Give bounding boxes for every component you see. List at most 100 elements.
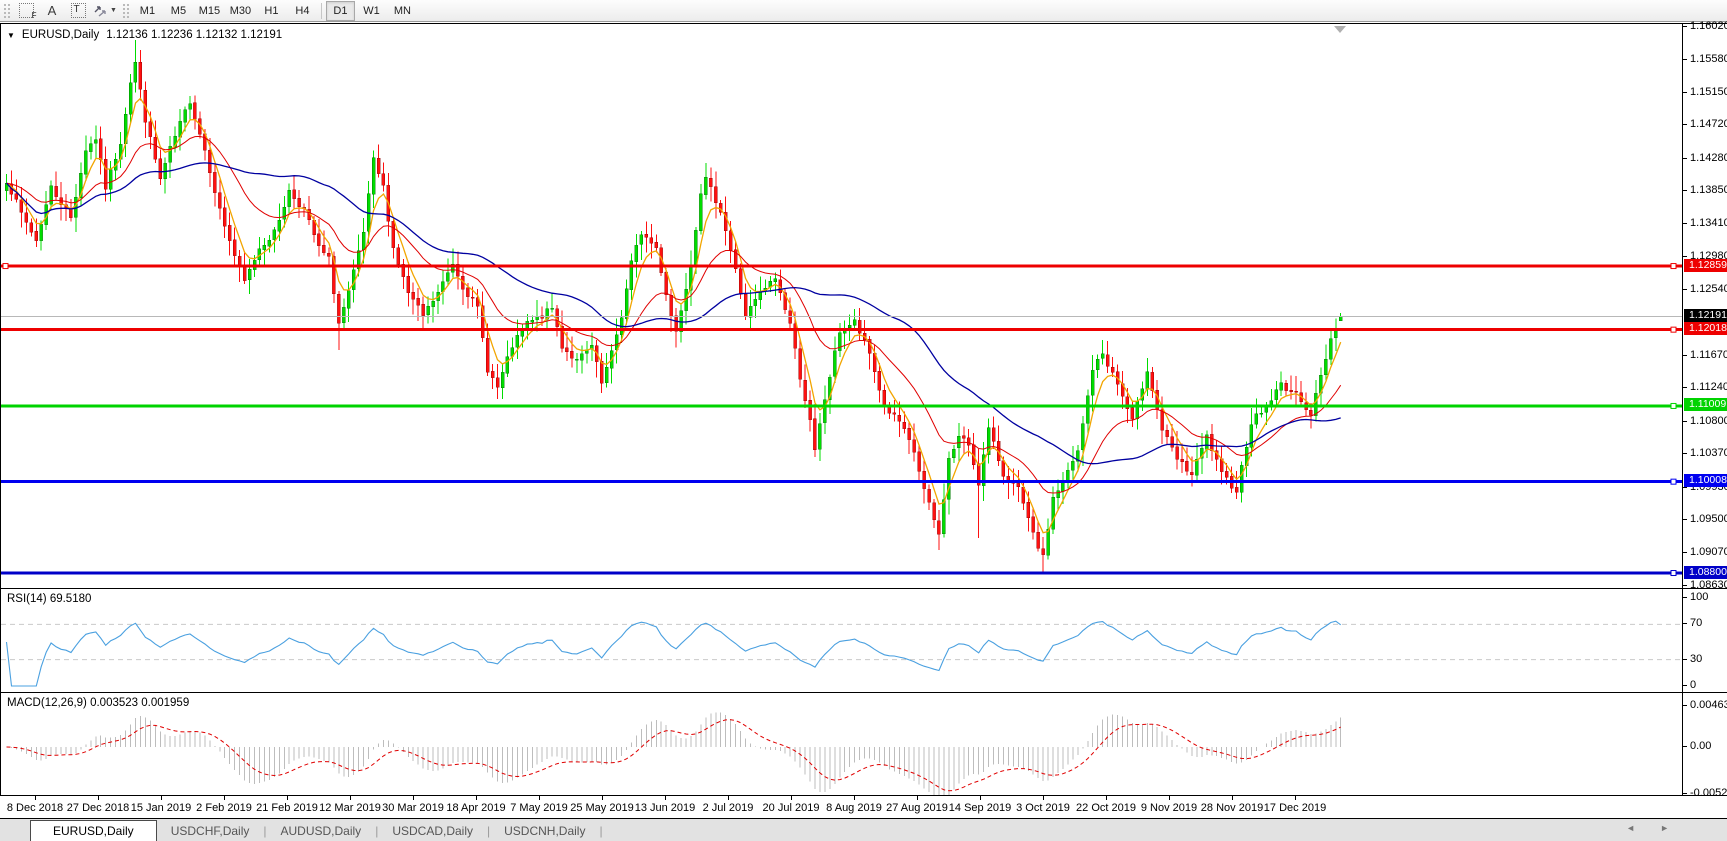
price-chart-pane[interactable]: ▼ EURUSD,Daily 1.12136 1.12236 1.12132 1… <box>0 23 1727 588</box>
rsi-axis-tick <box>1683 685 1687 686</box>
price-axis-tick-label: 1.10370 <box>1690 447 1727 459</box>
date-axis-label: 18 Apr 2019 <box>446 802 505 814</box>
price-axis-tick-label: 1.11670 <box>1690 349 1727 361</box>
toolbar-grip[interactable] <box>122 3 129 19</box>
date-axis-tick <box>791 796 792 800</box>
macd-pane[interactable]: MACD(12,26,9) 0.003523 0.001959 0.004630… <box>0 692 1727 795</box>
price-axis-tick <box>1683 487 1687 488</box>
date-axis-label: 3 Oct 2019 <box>1016 802 1070 814</box>
rsi-title: RSI(14) 69.5180 <box>7 593 91 605</box>
timeframe-button-h1[interactable]: H1 <box>257 1 286 21</box>
price-axis-tick <box>1683 26 1687 27</box>
date-axis-label: 15 Jan 2019 <box>131 802 192 814</box>
price-axis-tick-label: 1.13410 <box>1690 217 1727 229</box>
date-axis-tick <box>98 796 99 800</box>
macd-axis-tick <box>1683 746 1687 747</box>
toolbar-separator <box>321 3 322 19</box>
dashed-box-f-icon[interactable]: F <box>14 1 38 21</box>
price-axis-tick <box>1683 453 1687 454</box>
date-axis-tick <box>854 796 855 800</box>
macd-axis-tick-label: 0.00463 <box>1690 699 1727 711</box>
date-axis-label: 25 May 2019 <box>570 802 634 814</box>
date-axis-label: 17 Dec 2019 <box>1264 802 1326 814</box>
date-axis-tick <box>224 796 225 800</box>
tab-separator: | <box>599 821 602 841</box>
date-axis-label: 2 Feb 2019 <box>196 802 252 814</box>
price-axis-tick <box>1683 387 1687 388</box>
chart-tab-usdcnh[interactable]: USDCNH,Daily <box>490 821 599 841</box>
level-price-label: 1.12859 <box>1684 259 1727 272</box>
price-axis-tick <box>1683 256 1687 257</box>
timeframe-button-m15[interactable]: M15 <box>195 1 224 21</box>
text-label-icon[interactable]: A <box>40 1 64 21</box>
timeframe-button-m5[interactable]: M5 <box>164 1 193 21</box>
date-axis-tick <box>602 796 603 800</box>
dashed-box-f-icon: F <box>19 3 34 18</box>
price-axis-tick <box>1683 92 1687 93</box>
chart-tab-eurusd[interactable]: EURUSD,Daily <box>30 820 157 841</box>
level-price-label: 1.08800 <box>1684 566 1727 579</box>
macd-axis-tick <box>1683 705 1687 706</box>
macd-axis[interactable]: 0.004630.00-0.005299 <box>1682 693 1727 795</box>
rsi-pane[interactable]: RSI(14) 69.5180 10070300 <box>0 588 1727 692</box>
price-axis-tick-label: 1.14720 <box>1690 118 1727 130</box>
date-axis-tick <box>1232 796 1233 800</box>
rsi-axis-tick-label: 0 <box>1690 679 1696 691</box>
date-axis-tick <box>728 796 729 800</box>
moving-average-45 <box>7 163 1341 464</box>
price-axis[interactable]: 1.160201.155801.151501.147201.142801.138… <box>1682 24 1727 588</box>
date-axis-tick <box>539 796 540 800</box>
price-chart-canvas[interactable] <box>1 25 1682 588</box>
line-handle <box>1671 327 1676 332</box>
rsi-axis-tick-label: 70 <box>1690 617 1702 629</box>
date-axis-tick <box>413 796 414 800</box>
timeframe-button-mn[interactable]: MN <box>388 1 417 21</box>
current-price-label: 1.12191 <box>1684 309 1727 322</box>
rsi-axis-tick <box>1683 597 1687 598</box>
date-axis-tick <box>35 796 36 800</box>
macd-axis-tick <box>1683 793 1687 794</box>
price-axis-tick-label: 1.15150 <box>1690 86 1727 98</box>
text-tool-icon[interactable]: T <box>66 1 90 21</box>
price-axis-tick <box>1683 223 1687 224</box>
timeframe-button-m30[interactable]: M30 <box>226 1 255 21</box>
date-axis-label: 27 Dec 2018 <box>67 802 129 814</box>
chart-tab-audusd[interactable]: AUDUSD,Daily <box>267 821 376 841</box>
date-axis-label: 8 Dec 2018 <box>7 802 63 814</box>
rsi-axis-tick-label: 30 <box>1690 653 1702 665</box>
price-axis-tick-label: 1.14280 <box>1690 152 1727 164</box>
price-axis-tick <box>1683 59 1687 60</box>
line-handle <box>1671 479 1676 484</box>
chart-tab-usdcad[interactable]: USDCAD,Daily <box>378 821 487 841</box>
chart-menu-arrow-icon[interactable]: ▼ <box>7 31 15 40</box>
chart-tab-usdchf[interactable]: USDCHF,Daily <box>157 821 264 841</box>
macd-canvas[interactable] <box>1 694 1682 795</box>
price-axis-tick-label: 1.09070 <box>1690 546 1727 558</box>
price-axis-tick <box>1683 124 1687 125</box>
draw-objects-icon[interactable]: ▼ <box>92 1 118 21</box>
tab-scroll-right-icon[interactable]: ► <box>1660 823 1669 833</box>
date-axis-label: 13 Jun 2019 <box>635 802 696 814</box>
timeframe-button-m1[interactable]: M1 <box>133 1 162 21</box>
price-axis-tick-label: 1.13850 <box>1690 184 1727 196</box>
price-axis-tick <box>1683 421 1687 422</box>
price-axis-tick-label: 1.10800 <box>1690 415 1727 427</box>
rsi-axis[interactable]: 10070300 <box>1682 589 1727 692</box>
timeframe-button-h4[interactable]: H4 <box>288 1 317 21</box>
date-axis[interactable]: 8 Dec 2018 27 Dec 201815 Jan 2019 2 Feb 20… <box>0 795 1727 818</box>
rsi-axis-tick <box>1683 659 1687 660</box>
date-axis-label: 8 Aug 2019 <box>826 802 882 814</box>
date-axis-tick <box>1106 796 1107 800</box>
rsi-axis-tick <box>1683 623 1687 624</box>
price-axis-tick-label: 1.12540 <box>1690 283 1727 295</box>
date-axis-tick <box>350 796 351 800</box>
tab-scroll-left-icon[interactable]: ◄ <box>1626 823 1635 833</box>
date-axis-tick <box>1169 796 1170 800</box>
rsi-canvas[interactable] <box>1 590 1682 692</box>
macd-signal-line <box>7 720 1341 791</box>
date-axis-label: 7 May 2019 <box>510 802 567 814</box>
toolbar-grip[interactable] <box>3 3 10 19</box>
mt4-window: F A T ▼ M1M5M15M30H1H4 D1W1MN ▼ EURUSD,Da… <box>0 0 1727 841</box>
timeframe-button-d1[interactable]: D1 <box>326 1 355 21</box>
timeframe-button-w1[interactable]: W1 <box>357 1 386 21</box>
